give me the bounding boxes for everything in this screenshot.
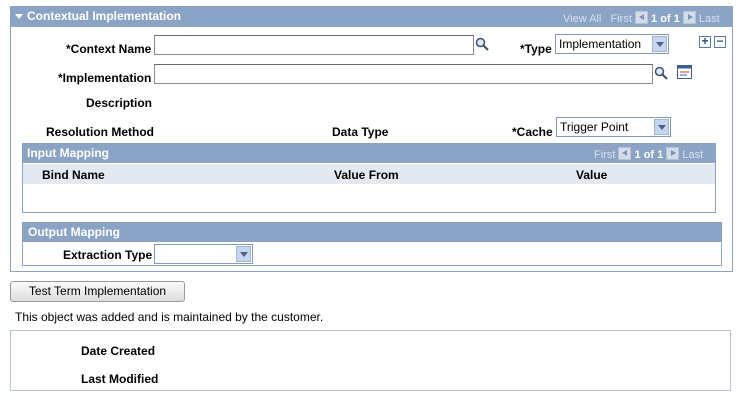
cache-select-value: Trigger Point [560, 120, 629, 134]
output-mapping-header: Output Mapping [22, 222, 722, 242]
test-term-implementation-button[interactable]: Test Term Implementation [10, 281, 185, 302]
section-nav: View All First 1 of 1 Last [563, 11, 720, 25]
last-modified-label: Last Modified [81, 372, 159, 386]
section-header: Contextual Implementation View All First… [10, 6, 733, 27]
previous-icon[interactable] [634, 11, 648, 24]
next-icon[interactable] [666, 147, 680, 160]
column-value: Value [576, 168, 608, 182]
output-mapping-title: Output Mapping [28, 225, 120, 239]
last-link: Last [682, 149, 704, 161]
implementation-label: *Implementation [58, 71, 152, 85]
type-select-value: Implementation [559, 37, 642, 51]
chevron-down-icon [654, 119, 669, 135]
context-name-input[interactable] [154, 35, 474, 55]
collapse-icon[interactable] [15, 14, 23, 19]
context-name-lookup-icon[interactable] [475, 37, 489, 51]
row-count: 1 of 1 [634, 149, 664, 161]
first-link: First [610, 13, 632, 25]
first-link: First [594, 149, 616, 161]
description-label: Description [86, 96, 153, 110]
type-select[interactable]: Implementation [555, 34, 669, 54]
cache-label: *Cache [512, 125, 553, 139]
column-value-from: Value From [334, 168, 399, 182]
data-type-label: Data Type [332, 125, 389, 139]
input-mapping-title: Input Mapping [27, 146, 109, 160]
chevron-down-icon [236, 246, 251, 262]
next-icon[interactable] [682, 11, 696, 24]
input-mapping-header: Input Mapping First 1 of 1 Last [22, 143, 716, 163]
column-bind-name: Bind Name [42, 168, 105, 182]
last-link: Last [698, 13, 720, 25]
extraction-type-select[interactable] [154, 244, 253, 264]
detail-page-icon[interactable] [677, 65, 692, 79]
ownership-info-text: This object was added and is maintained … [15, 310, 324, 324]
type-label: *Type [520, 42, 552, 56]
previous-icon[interactable] [618, 147, 632, 160]
section-title: Contextual Implementation [27, 9, 182, 23]
cache-select[interactable]: Trigger Point [556, 117, 671, 137]
resolution-method-label: Resolution Method [46, 125, 154, 139]
row-count: 1 of 1 [651, 13, 680, 25]
delete-row-icon[interactable]: − [714, 35, 726, 48]
implementation-lookup-icon[interactable] [654, 66, 668, 80]
context-name-label: *Context Name [66, 42, 152, 56]
chevron-down-icon [652, 36, 667, 52]
implementation-input[interactable] [154, 64, 653, 84]
extraction-type-label: Extraction Type [63, 248, 153, 262]
view-all-link[interactable]: View All [563, 13, 601, 25]
input-mapping-nav: First 1 of 1 Last [594, 147, 703, 161]
date-created-label: Date Created [81, 344, 156, 358]
add-row-icon[interactable]: + [699, 35, 711, 48]
